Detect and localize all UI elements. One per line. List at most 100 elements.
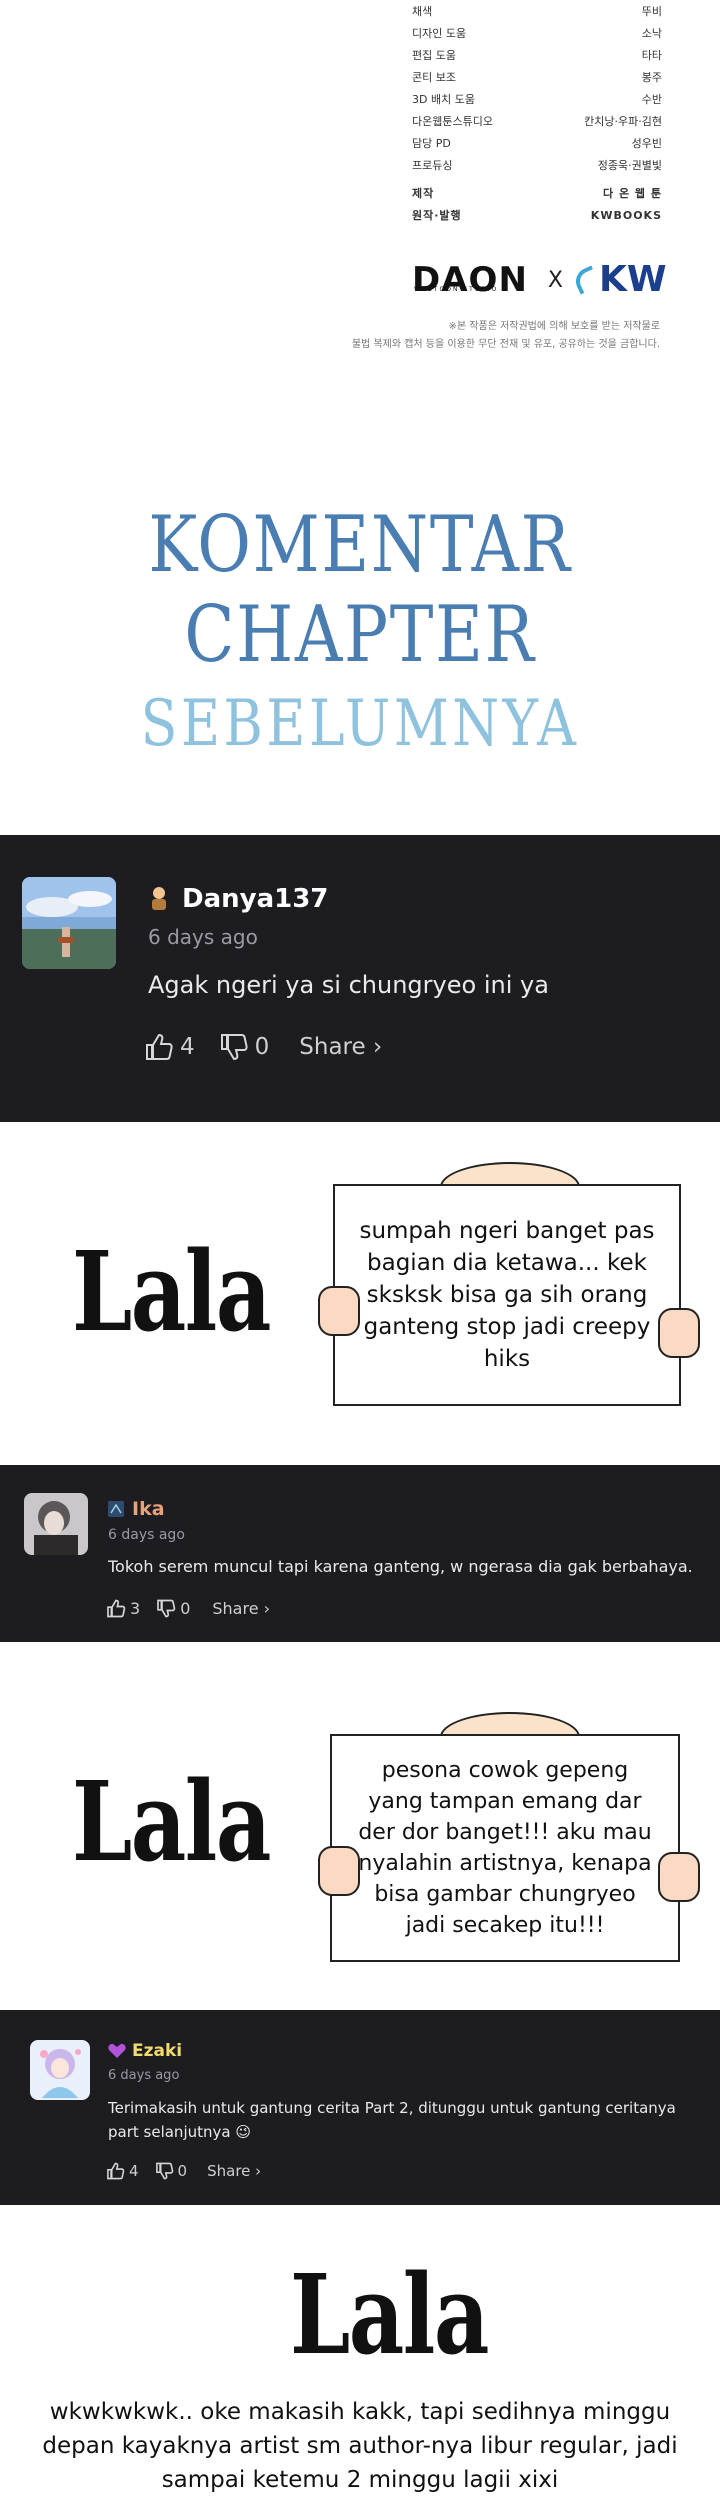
comment-actions: 3 0 Share › bbox=[106, 1599, 270, 1618]
thumbs-down-icon bbox=[220, 1034, 248, 1061]
dislike-count: 0 bbox=[180, 1599, 191, 1618]
credit-name: 타타 bbox=[641, 49, 662, 62]
dislike-button[interactable]: 0 bbox=[155, 2162, 188, 2180]
credit-row: 프로듀싱 정종욱·권별빛 bbox=[412, 154, 662, 176]
comment-header: Danya137 bbox=[148, 883, 328, 915]
credit-row-publisher: 원작·발행 KWBOOKS bbox=[412, 204, 662, 226]
dislike-button[interactable]: 0 bbox=[156, 1599, 190, 1618]
copyright-line: ※본 작품은 저작권법에 의해 보호를 받는 저작물로 bbox=[448, 321, 660, 332]
copyright-notice: ※본 작품은 저작권법에 의해 보호를 받는 저작물로 불법 복제와 캡처 등을… bbox=[352, 318, 660, 354]
credit-name: 칸치낭·우파·김현 bbox=[584, 115, 662, 128]
sign-text: pesona cowok gepeng yang tampan emang da… bbox=[358, 1758, 652, 1938]
share-button[interactable]: Share › bbox=[212, 1599, 270, 1618]
kw-swoosh-icon bbox=[571, 265, 601, 295]
final-message: wkwkwkwk.. oke makasih kakk, tapi sedihn… bbox=[42, 2399, 678, 2493]
lala-panel: Lala sumpah ngeri banget pas bagian dia … bbox=[0, 1122, 720, 1465]
credit-role: 채색 bbox=[412, 5, 433, 18]
credit-row-production: 제작 다 온 웹 툰 bbox=[412, 182, 662, 204]
credit-row: 디자인 도움 소낙 bbox=[412, 22, 662, 44]
kw-logo-text: KW bbox=[598, 259, 667, 300]
daon-logo-subtitle: WEBTOON STUDIO bbox=[414, 286, 499, 293]
logo-separator: X bbox=[547, 267, 563, 293]
section-heading: KOMENTAR CHAPTER SEBELUMNYA bbox=[0, 500, 720, 764]
thumbs-up-icon bbox=[107, 2162, 125, 2180]
credit-row: 편집 도움 타타 bbox=[412, 44, 662, 66]
share-button[interactable]: Share › bbox=[299, 1034, 382, 1060]
dislike-count: 0 bbox=[177, 2162, 188, 2180]
username[interactable]: Ika bbox=[132, 1498, 165, 1520]
lala-name: Lala bbox=[72, 1227, 271, 1356]
credit-row: 다온웹툰스튜디오 칸치낭·우파·김현 bbox=[412, 110, 662, 132]
thumbs-up-icon bbox=[146, 1033, 173, 1060]
comment-text: Terimakasih untuk gantung cerita Part 2,… bbox=[108, 2099, 676, 2141]
right-hand bbox=[658, 1308, 700, 1358]
user-badge-icon bbox=[152, 887, 166, 910]
final-panel: Lala wkwkwkwk.. oke makasih kakk, tapi s… bbox=[0, 2205, 720, 2500]
credit-role: 프로듀싱 bbox=[412, 159, 453, 172]
credit-name: 수반 bbox=[641, 93, 662, 106]
comment-card: Danya137 6 days ago Agak ngeri ya si chu… bbox=[0, 835, 720, 1122]
like-button[interactable]: 3 bbox=[106, 1599, 140, 1618]
credit-role: 제작 bbox=[412, 187, 435, 200]
thumbs-down-icon bbox=[157, 1599, 176, 1618]
credit-row: 3D 배치 도움 수반 bbox=[412, 88, 662, 110]
publisher-logos: DAON WEBTOON STUDIO X KW bbox=[412, 258, 667, 302]
avatar[interactable] bbox=[30, 2040, 90, 2100]
share-button[interactable]: Share › bbox=[207, 2162, 261, 2180]
sign-board: pesona cowok gepeng yang tampan emang da… bbox=[330, 1734, 680, 1962]
lala-name: Lala bbox=[72, 1757, 271, 1886]
credit-role: 디자인 도움 bbox=[412, 27, 467, 40]
credit-row: 콘티 보조 봉주 bbox=[412, 66, 662, 88]
credit-row: 채색 뚜비 bbox=[412, 0, 662, 22]
credit-role: 편집 도움 bbox=[412, 49, 456, 62]
like-button[interactable]: 4 bbox=[144, 1033, 195, 1061]
dislike-count: 0 bbox=[254, 1034, 270, 1060]
avatar[interactable] bbox=[22, 877, 116, 969]
thumbs-down-icon bbox=[155, 2162, 173, 2180]
like-count: 4 bbox=[129, 2162, 139, 2180]
credit-name: 성우빈 bbox=[631, 137, 662, 150]
thumbs-up-icon bbox=[107, 1599, 126, 1618]
username[interactable]: Ezaki bbox=[132, 2041, 182, 2061]
sign-text: sumpah ngeri banget pas bagian dia ketaw… bbox=[359, 1218, 655, 1372]
credit-name: KWBOOKS bbox=[590, 208, 662, 222]
comment-card: Ezaki 6 days ago Terimakasih untuk gantu… bbox=[0, 2010, 720, 2205]
credit-role: 다온웹툰스튜디오 bbox=[412, 115, 493, 128]
credit-role: 3D 배치 도움 bbox=[412, 93, 475, 106]
lala-panel: Lala pesona cowok gepeng yang tampan ema… bbox=[0, 1642, 720, 2010]
username[interactable]: Danya137 bbox=[182, 884, 328, 914]
credit-row: 담당 PD 성우빈 bbox=[412, 132, 662, 154]
credit-role: 원작·발행 bbox=[412, 209, 462, 222]
credit-role: 담당 PD bbox=[412, 137, 451, 150]
comment-timestamp: 6 days ago bbox=[148, 925, 258, 949]
dislike-button[interactable]: 0 bbox=[219, 1033, 270, 1061]
comment-timestamp: 6 days ago bbox=[108, 1527, 185, 1543]
credit-name: 정종욱·권별빛 bbox=[597, 159, 662, 172]
avatar[interactable] bbox=[24, 1493, 88, 1555]
right-hand bbox=[658, 1852, 700, 1902]
like-count: 4 bbox=[180, 1034, 195, 1060]
comment-header: Ika bbox=[108, 1497, 165, 1521]
heading-title: KOMENTAR CHAPTER bbox=[148, 500, 572, 680]
daon-logo: DAON WEBTOON STUDIO bbox=[412, 263, 528, 297]
comment-header: Ezaki bbox=[108, 2040, 182, 2062]
comment-actions: 4 0 Share › bbox=[144, 1033, 382, 1061]
comment-timestamp: 6 days ago bbox=[108, 2068, 180, 2083]
credit-name: 봉주 bbox=[641, 71, 662, 84]
left-hand bbox=[318, 1846, 360, 1896]
left-hand bbox=[318, 1286, 360, 1336]
user-badge-icon bbox=[108, 1501, 124, 1517]
like-count: 3 bbox=[130, 1599, 141, 1618]
comment-actions: 4 0 Share › bbox=[106, 2162, 261, 2180]
user-badge-icon bbox=[108, 2043, 126, 2058]
kw-logo: KW bbox=[571, 259, 667, 300]
like-button[interactable]: 4 bbox=[106, 2162, 139, 2180]
sign-board: sumpah ngeri banget pas bagian dia ketaw… bbox=[333, 1184, 681, 1406]
copyright-line: 불법 복제와 캡처 등을 이용한 무단 전재 및 유포, 공유하는 것을 금합니… bbox=[351, 339, 660, 350]
credit-name: 소낙 bbox=[641, 27, 662, 40]
credit-name: 다 온 웹 툰 bbox=[603, 187, 662, 200]
comment-card: Ika 6 days ago Tokoh serem muncul tapi k… bbox=[0, 1465, 720, 1642]
heading-subtitle: SEBELUMNYA bbox=[140, 687, 580, 761]
avatar-image bbox=[22, 877, 116, 969]
credit-role: 콘티 보조 bbox=[412, 71, 456, 84]
